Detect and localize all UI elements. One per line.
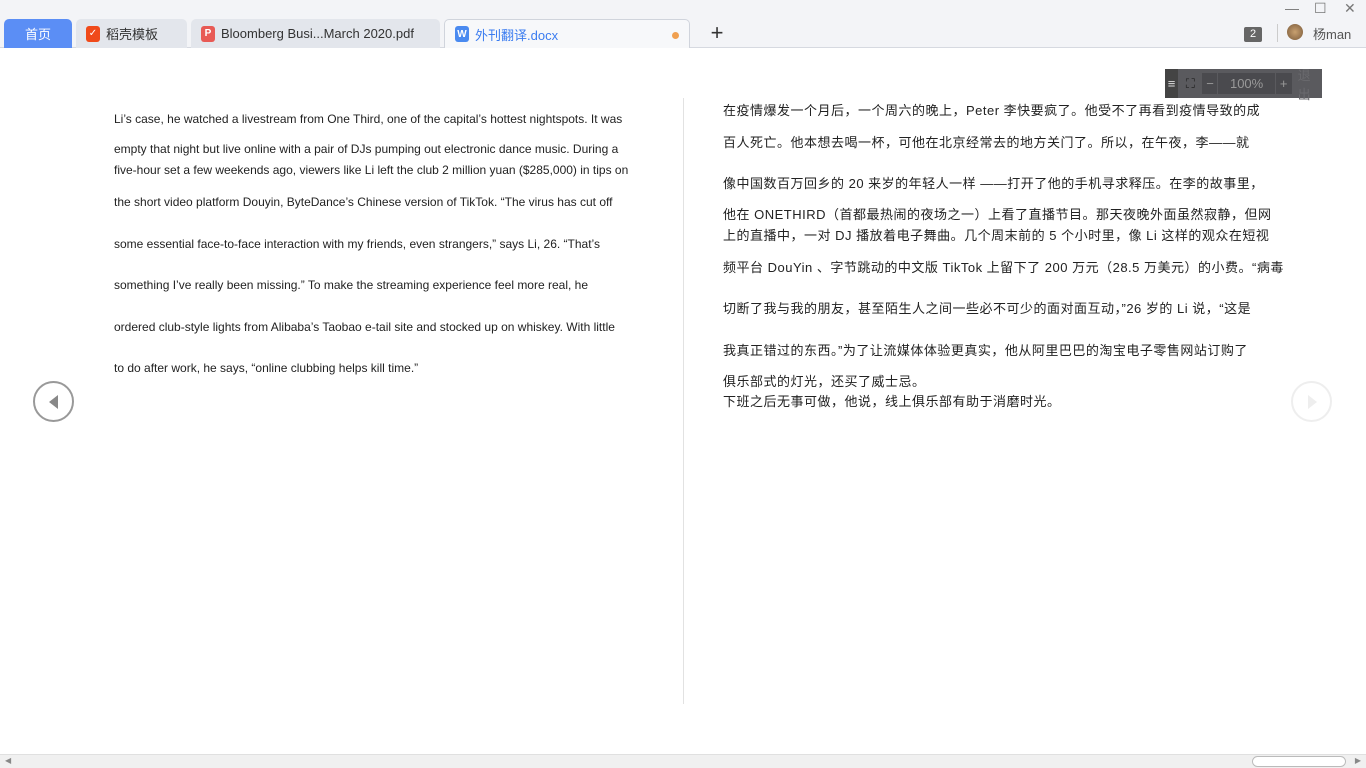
tab-label: Bloomberg Busi...March 2020.pdf <box>221 26 414 41</box>
menu-icon[interactable]: ≡ <box>1165 69 1179 98</box>
next-page-button[interactable] <box>1291 381 1332 422</box>
zoom-in-button[interactable]: + <box>1275 73 1292 94</box>
tab-label: 稻壳模板 <box>106 27 159 42</box>
page-divider <box>683 98 684 704</box>
text-line: 上的直播中，一对 DJ 播放着电子舞曲。几个周末前的 5 个小时里，像 Li 这… <box>723 228 1270 243</box>
text-line: something I’ve really been missing.” To … <box>114 278 589 292</box>
tab-label: 首页 <box>24 27 51 42</box>
text-line: 频平台 DouYin 、字节跳动的中文版 TikTok 上留下了 200 万元（… <box>723 260 1284 275</box>
text-line: 下班之后无事可做，他说，线上俱乐部有助于消磨时光。 <box>723 394 1061 409</box>
avatar[interactable] <box>1287 24 1303 40</box>
zoom-toolbar: ≡ ⛶ − 100% + 退出 <box>1165 68 1322 102</box>
docer-icon: ✓ <box>86 25 100 42</box>
chevron-left-icon <box>48 394 58 409</box>
tab-label: 外刊翻译.docx <box>475 27 559 43</box>
horizontal-scrollbar[interactable]: ◀ ▶ <box>0 754 1366 768</box>
text-line: some essential face-to-face interaction … <box>114 237 600 251</box>
text-line: 我真正错过的东西。”为了让流媒体体验更真实，他从阿里巴巴的淘宝电子零售网站订购了 <box>723 343 1248 358</box>
text-line: 切断了我与我的朋友，甚至陌生人之间一些必不可少的面对面互动，”26 岁的 Li … <box>723 301 1252 316</box>
text-line: 百人死亡。他本想去喝一杯，可他在北京经常去的地方关门了。所以，在午夜，李——就 <box>723 135 1250 150</box>
scroll-right-icon[interactable]: ▶ <box>1355 756 1361 765</box>
close-button[interactable]: ✕ <box>1344 0 1356 17</box>
exit-button[interactable]: 退出 <box>1298 65 1322 103</box>
text-line: 俱乐部式的灯光，还买了威士忌。 <box>723 374 926 389</box>
text-line: 他在 ONETHIRD（首都最热闹的夜场之一）上看了直播节目。那天夜晚外面虽然寂… <box>723 207 1272 222</box>
pdf-icon: P <box>201 25 215 42</box>
text-line: ordered club-style lights from Alibaba’s… <box>114 320 615 334</box>
text-line: the short video platform Douyin, ByteDan… <box>114 195 613 209</box>
text-line: 在疫情爆发一个月后，一个周六的晚上，Peter 李快要疯了。他受不了再看到疫情导… <box>723 103 1261 118</box>
zoom-value: 100% <box>1218 73 1275 94</box>
tab-pdf[interactable]: P Bloomberg Busi...March 2020.pdf <box>191 19 440 48</box>
tab-home[interactable]: 首页 <box>4 19 72 48</box>
previous-page-button[interactable] <box>33 381 74 422</box>
minimize-button[interactable]: — <box>1285 0 1299 16</box>
maximize-button[interactable]: ☐ <box>1314 0 1327 17</box>
word-icon: W <box>455 26 469 42</box>
text-line: to do after work, he says, “online clubb… <box>114 361 419 375</box>
text-line: five-hour set a few weekends ago, viewer… <box>114 163 629 177</box>
zoom-out-button[interactable]: − <box>1202 73 1218 94</box>
unsaved-dot-icon <box>672 32 679 39</box>
title-bar: 首页 ✓ 稻壳模板 P Bloomberg Busi...March 2020.… <box>0 0 1366 48</box>
divider <box>1277 24 1278 42</box>
text-line: Li’s case, he watched a livestream from … <box>114 112 623 126</box>
username[interactable]: 杨man <box>1313 24 1351 43</box>
fit-screen-icon[interactable]: ⛶ <box>1178 76 1202 92</box>
window-count-badge[interactable]: 2 <box>1244 27 1262 42</box>
scrollbar-thumb[interactable] <box>1252 756 1346 767</box>
scroll-left-icon[interactable]: ◀ <box>5 756 11 765</box>
tab-docer[interactable]: ✓ 稻壳模板 <box>76 19 187 48</box>
text-line: 像中国数百万回乡的 20 来岁的年轻人一样 ——打开了他的手机寻求释压。在李的故… <box>723 176 1264 191</box>
tab-docx[interactable]: W 外刊翻译.docx <box>444 19 690 48</box>
chevron-right-icon <box>1307 394 1317 409</box>
new-tab-button[interactable]: + <box>706 21 728 45</box>
text-line: empty that night but live online with a … <box>114 142 619 156</box>
